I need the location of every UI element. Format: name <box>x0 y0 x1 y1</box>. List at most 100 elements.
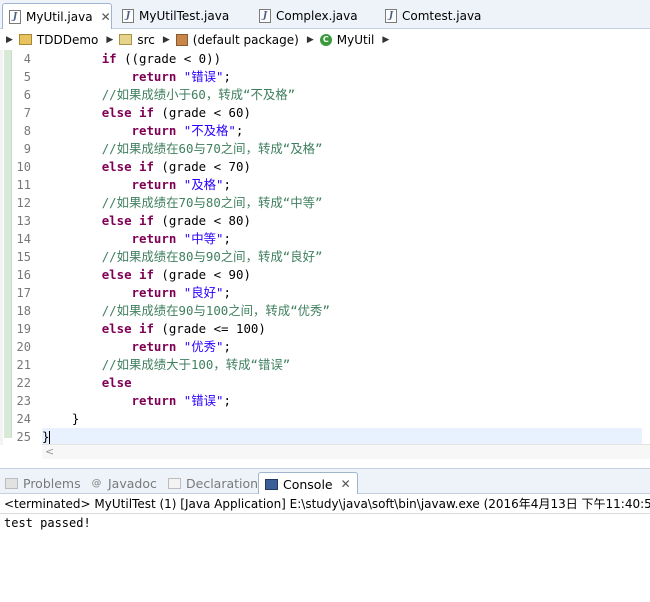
code-keyword: if <box>139 267 154 282</box>
code-keyword: else <box>101 321 132 336</box>
line-number: 6 <box>23 88 31 102</box>
code-area[interactable]: if ((grade < 0)) return "错误"; //如果成绩小于60… <box>42 50 642 446</box>
console-output[interactable]: test passed! <box>0 514 650 602</box>
code-string: "中等" <box>183 231 224 246</box>
breadcrumb-arrow-icon[interactable]: ▶ <box>382 35 389 45</box>
tab-myutiltest-java[interactable]: J MyUtilTest.java <box>116 3 251 28</box>
breadcrumb-arrow-icon[interactable]: ▶ <box>106 35 113 45</box>
line-number: 17 <box>16 286 31 300</box>
breadcrumb-arrow-icon[interactable]: ▶ <box>307 35 314 45</box>
code-string: "不及格" <box>183 123 236 138</box>
code-line[interactable]: return "错误"; <box>42 392 642 410</box>
package-icon <box>175 33 188 46</box>
code-text: ; <box>223 177 231 192</box>
tab-javadoc[interactable]: @ Javadoc <box>90 472 157 494</box>
tab-myutil-java[interactable]: J MyUtil.java ✕ <box>2 3 112 29</box>
line-number: 16 <box>16 268 31 282</box>
line-number: 8 <box>23 124 31 138</box>
code-line[interactable]: return "错误"; <box>42 68 642 86</box>
breadcrumb-arrow-icon[interactable]: ▶ <box>163 35 170 45</box>
close-icon[interactable]: ✕ <box>341 477 351 491</box>
code-text: ; <box>235 123 244 138</box>
code-line[interactable]: return "中等"; <box>42 230 642 248</box>
breadcrumb-arrow-icon[interactable]: ▶ <box>6 35 13 45</box>
code-editor[interactable]: 4 5 6 7 8 9 10 11 12 13 14 15 16 17 18 19 20 21 22 23 24 25 i… <box>0 50 650 459</box>
code-line[interactable]: //如果成绩在80与90之间，转成“良好” <box>42 248 642 266</box>
line-number: 19 <box>16 322 31 336</box>
line-number: 9 <box>23 142 31 156</box>
tab-console[interactable]: Console ✕ <box>258 472 358 495</box>
java-file-icon: J <box>122 8 134 23</box>
close-icon[interactable]: ✕ <box>101 10 111 24</box>
breadcrumb: ▶ TDDDemo ▶ src ▶ (default package) ▶ C … <box>0 29 650 50</box>
code-keyword: else <box>101 105 132 120</box>
code-keyword: return <box>131 393 177 408</box>
code-keyword: if <box>139 105 154 120</box>
code-line[interactable]: return "不及格"; <box>42 122 642 140</box>
code-line[interactable]: else if (grade <= 100) <box>42 320 642 338</box>
breadcrumb-package-label: (default package) <box>192 32 299 47</box>
tab-complex-java[interactable]: J Complex.java <box>253 3 378 28</box>
code-keyword: return <box>131 231 177 246</box>
code-text: (grade < 90) <box>153 267 251 282</box>
line-number: 23 <box>16 394 31 408</box>
code-line[interactable]: //如果成绩小于60，转成“不及格” <box>42 86 642 104</box>
code-line[interactable]: //如果成绩在70与80之间，转成“中等” <box>42 194 642 212</box>
tab-comtest-java[interactable]: J Comtest.java <box>379 3 504 28</box>
overview-ruler <box>0 50 3 445</box>
code-comment: //如果成绩在60与70之间，转成“及格” <box>101 141 323 156</box>
tab-label: Problems <box>23 475 81 491</box>
editor-tab-bar: J MyUtil.java ✕ J MyUtilTest.java J Comp… <box>0 0 650 29</box>
breadcrumb-package[interactable]: ▶ (default package) <box>163 33 299 47</box>
code-line[interactable]: else <box>42 374 642 392</box>
code-line[interactable]: else if (grade < 80) <box>42 212 642 230</box>
code-string: "良好" <box>183 285 224 300</box>
line-number: 13 <box>16 214 31 228</box>
code-line[interactable]: return "良好"; <box>42 284 642 302</box>
code-line[interactable]: return "及格"; <box>42 176 642 194</box>
line-number-gutter: 4 5 6 7 8 9 10 11 12 13 14 15 16 17 18 19 20 21 22 23 24 25 <box>12 50 32 446</box>
code-line[interactable]: if ((grade < 0)) <box>42 50 642 68</box>
tab-label: MyUtilTest.java <box>139 8 230 23</box>
breadcrumb-project[interactable]: ▶ TDDDemo <box>6 33 98 47</box>
code-line[interactable]: //如果成绩在90与100之间，转成“优秀” <box>42 302 642 320</box>
code-keyword: else <box>101 213 132 228</box>
code-text: (grade < 80) <box>153 213 251 228</box>
code-text: ; <box>223 339 231 354</box>
code-text: ; <box>223 69 231 84</box>
horizontal-scrollbar[interactable]: < <box>42 444 650 459</box>
code-line[interactable]: else if (grade < 60) <box>42 104 642 122</box>
breadcrumb-source[interactable]: ▶ src <box>106 33 154 47</box>
code-text: (grade <= 100) <box>153 321 266 336</box>
code-line[interactable]: else if (grade < 90) <box>42 266 642 284</box>
breadcrumb-class[interactable]: ▶ C MyUtil <box>307 33 375 47</box>
scroll-left-icon[interactable]: < <box>45 445 54 458</box>
code-line[interactable]: } <box>42 410 642 428</box>
tab-label: Console <box>283 476 333 492</box>
code-line[interactable]: else if (grade < 70) <box>42 158 642 176</box>
project-folder-icon <box>18 34 32 45</box>
code-text: ; <box>223 393 231 408</box>
tab-problems[interactable]: Problems <box>5 472 81 494</box>
breadcrumb-source-label: src <box>137 32 155 47</box>
code-line[interactable]: return "优秀"; <box>42 338 642 356</box>
tab-declaration[interactable]: Declaration <box>168 472 258 494</box>
code-line[interactable]: //如果成绩在60与70之间，转成“及格” <box>42 140 642 158</box>
tab-label: Complex.java <box>276 8 358 23</box>
code-line[interactable]: //如果成绩大于100，转成“错误” <box>42 356 642 374</box>
